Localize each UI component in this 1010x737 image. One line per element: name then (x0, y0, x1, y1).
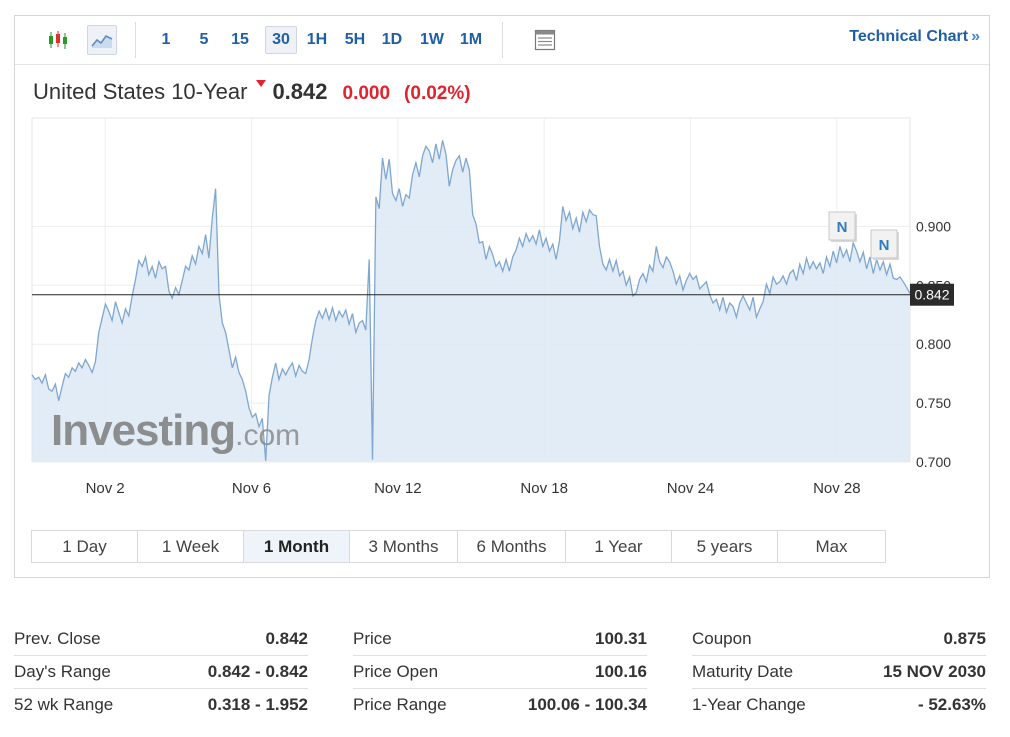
stats-column: Coupon 0.875 Maturity Date 15 NOV 2030 1-Yea… (692, 624, 986, 722)
y-tick-label: 0.700 (916, 454, 951, 470)
stat-value: 100.06 - 100.34 (527, 695, 647, 714)
stat-label: 1-Year Change (692, 695, 806, 714)
stat-value: 15 NOV 2030 (882, 662, 986, 681)
stats-row: Prev. Close 0.842 (14, 624, 308, 656)
stat-value: 0.842 (265, 629, 308, 648)
stat-label: 52 wk Range (14, 695, 114, 714)
y-tick-label: 0.900 (916, 218, 951, 234)
range-option[interactable]: 1 Week (138, 531, 244, 562)
stat-label: Price Range (353, 695, 447, 714)
chart-panel: 1 5 15 30 1H 5H 1D 1W 1M Technical Chart» United… (14, 15, 990, 578)
quote-stats: Prev. Close 0.842 Day's Range 0.842 - 0.842… (14, 624, 990, 724)
range-option[interactable]: 5 years (672, 531, 778, 562)
stats-row: Maturity Date 15 NOV 2030 (692, 657, 986, 689)
news-marker-label: N (879, 237, 890, 254)
x-tick-label: Nov 2 (86, 480, 125, 497)
range-option[interactable]: 6 Months (458, 531, 566, 562)
stats-column: Prev. Close 0.842 Day's Range 0.842 - 0.842… (14, 624, 308, 722)
stats-row: 52 wk Range 0.318 - 1.952 (14, 690, 308, 721)
range-option[interactable]: 1 Day (32, 531, 138, 562)
stat-value: 100.31 (595, 629, 647, 648)
stats-row: Coupon 0.875 (692, 624, 986, 656)
stat-label: Coupon (692, 629, 752, 648)
stats-row: Price Range 100.06 - 100.34 (353, 690, 647, 721)
range-selector: 1 Day 1 Week 1 Month 3 Months 6 Months 1 Year… (31, 530, 886, 563)
stat-label: Price Open (353, 662, 439, 681)
stat-value: - 52.63% (917, 695, 986, 714)
stat-value: 100.16 (595, 662, 647, 681)
stats-row: 1-Year Change - 52.63% (692, 690, 986, 721)
x-tick-label: Nov 12 (374, 480, 422, 497)
stat-label: Prev. Close (14, 629, 101, 648)
stat-label: Day's Range (14, 662, 111, 681)
news-marker-label: N (837, 219, 848, 236)
range-option[interactable]: Max (778, 531, 885, 562)
x-tick-label: Nov 24 (667, 480, 715, 497)
watermark-brand: Investing (51, 406, 236, 455)
x-tick-label: Nov 28 (813, 480, 861, 497)
stats-column: Price 100.31 Price Open 100.16 Price Range 10… (353, 624, 647, 722)
stat-value: 0.842 - 0.842 (207, 662, 308, 681)
stats-row: Day's Range 0.842 - 0.842 (14, 657, 308, 689)
y-tick-label: 0.750 (916, 395, 951, 411)
stat-label: Price (353, 629, 392, 648)
y-tick-label: 0.800 (916, 336, 951, 352)
stats-row: Price 100.31 (353, 624, 647, 656)
range-option[interactable]: 3 Months (350, 531, 458, 562)
stats-row: Price Open 100.16 (353, 657, 647, 689)
stat-label: Maturity Date (692, 662, 794, 681)
stat-value: 0.875 (943, 629, 986, 648)
x-tick-label: Nov 18 (520, 480, 568, 497)
current-price-label: 0.842 (914, 287, 949, 303)
watermark-domain: .com (235, 419, 301, 452)
x-tick-label: Nov 6 (232, 480, 271, 497)
range-option[interactable]: 1 Month (244, 531, 350, 562)
investing-watermark: Investing.com (51, 406, 300, 456)
range-option[interactable]: 1 Year (566, 531, 672, 562)
stat-value: 0.318 - 1.952 (207, 695, 308, 714)
